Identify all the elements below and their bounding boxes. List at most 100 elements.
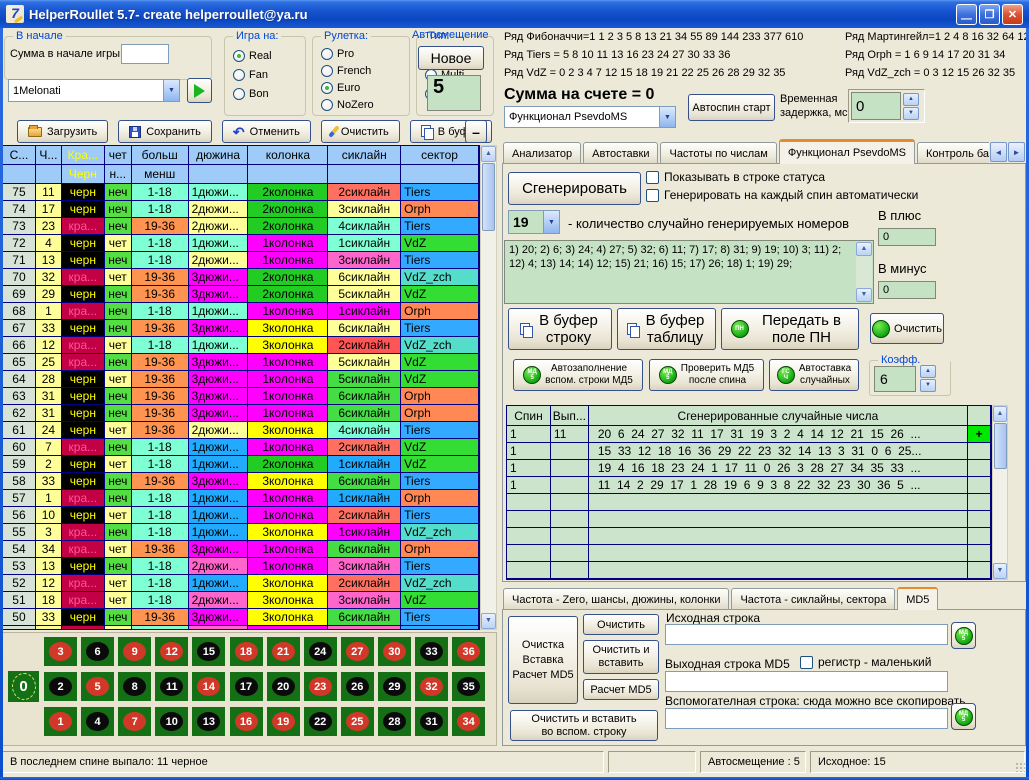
roulette-cell-35[interactable]: 35 — [452, 672, 485, 701]
roulette-cell-22[interactable]: 22 — [304, 707, 337, 736]
roulette-cell-26[interactable]: 26 — [341, 672, 374, 701]
roulette-cell-23[interactable]: 23 — [304, 672, 337, 701]
table-row[interactable]: 5212кра...чет1-181дюжи...3колонка2сиклай… — [3, 575, 479, 592]
generated-numbers-area[interactable]: 1) 20; 2) 6; 3) 24; 4) 27; 5) 32; 6) 11;… — [504, 240, 874, 304]
scroll-up-icon[interactable]: ▲ — [856, 242, 872, 256]
roulette-cell-27[interactable]: 27 — [341, 637, 374, 666]
roulette-cell-12[interactable]: 12 — [155, 637, 188, 666]
autobet-random-button[interactable]: ГСЧ Автоставка случайных — [769, 359, 859, 391]
md5-clear-button[interactable]: Очистить — [583, 614, 659, 635]
roulette-cell-19[interactable]: 19 — [267, 707, 300, 736]
md5-big-button[interactable]: ОчисткаВставкаРасчет MD5 — [508, 616, 578, 704]
roulette-cell-16[interactable]: 16 — [230, 707, 263, 736]
coef-value-field[interactable]: 6 — [874, 366, 916, 392]
spin-table-scrollbar[interactable]: ▲ ▼ — [992, 405, 1008, 580]
table-row[interactable]: 5833черннеч19-363дюжи...3колонка6сиклайн… — [3, 473, 479, 490]
tab-5[interactable]: Контроль банкрол — [917, 142, 989, 164]
maximize-button[interactable]: ❐ — [979, 4, 1000, 25]
title-bar[interactable]: 7 HelperRoullet 5.7- create helperroulle… — [0, 0, 1029, 28]
roulette-cell-25[interactable]: 25 — [341, 707, 374, 736]
roulette-cell-29[interactable]: 29 — [378, 672, 411, 701]
roulette-cell-10[interactable]: 10 — [155, 707, 188, 736]
table-row[interactable]: 7032кра...чет19-363дюжи...2колонка6сикла… — [3, 269, 479, 286]
table-row[interactable]: 6231черннеч19-363дюжи...1колонка6сиклайн… — [3, 405, 479, 422]
spinner-down-icon[interactable]: ▼ — [920, 379, 936, 392]
roulette-cell-14[interactable]: 14 — [192, 672, 225, 701]
radio-euro[interactable]: Euro — [321, 79, 409, 96]
tab-4[interactable]: Функционал PsevdoMS — [779, 139, 915, 164]
spinner-down-icon[interactable]: ▼ — [903, 107, 919, 120]
roulette-cell-20[interactable]: 20 — [267, 672, 300, 701]
autofill-md5-button[interactable]: МД5 Автозаполнение вспом. строки МД5 — [513, 359, 643, 391]
spin-table-row[interactable]: 115 33 12 18 16 36 29 22 23 32 14 13 3 3… — [507, 443, 991, 460]
table-row[interactable]: 7511черннеч1-181дюжи...2колонка2сиклайнT… — [3, 184, 479, 201]
roulette-cell-1[interactable]: 1 — [44, 707, 77, 736]
table-row[interactable]: 5434кра...чет19-363дюжи...1колонка6сикла… — [3, 541, 479, 558]
roulette-cell-9[interactable]: 9 — [118, 637, 151, 666]
table-row[interactable]: 5610чернчет1-181дюжи...1колонка2сиклайнT… — [3, 507, 479, 524]
brush-button[interactable]: Очистить — [321, 120, 400, 143]
roulette-cell-7[interactable]: 7 — [118, 707, 151, 736]
roulette-cell-15[interactable]: 15 — [192, 637, 225, 666]
roulette-cell-34[interactable]: 34 — [452, 707, 485, 736]
radio-fan[interactable]: Fan — [233, 66, 305, 83]
table-row[interactable]: 7417черннеч1-182дюжи...2колонка3сиклайнO… — [3, 201, 479, 218]
auto-generate-checkbox[interactable] — [646, 189, 659, 202]
roulette-cell-5[interactable]: 5 — [81, 672, 114, 701]
generated-area-scrollbar[interactable]: ▲ ▼ — [856, 242, 872, 302]
send-to-pn-button[interactable]: ПН Передать в поле ПН — [721, 308, 859, 350]
spinner-up-icon[interactable]: ▲ — [903, 93, 919, 106]
roulette-cell-36[interactable]: 36 — [452, 637, 485, 666]
scroll-up-icon[interactable]: ▲ — [481, 146, 496, 162]
roulette-cell-32[interactable]: 32 — [415, 672, 448, 701]
radio-bon[interactable]: Bon — [233, 85, 305, 102]
md5-aux-run-button[interactable]: МД5 — [951, 703, 976, 730]
show-status-checkbox[interactable] — [646, 171, 659, 184]
chevron-down-icon[interactable]: ▼ — [543, 211, 559, 233]
autospin-start-button[interactable]: Автоспин старт — [688, 94, 775, 121]
md5-case-checkbox[interactable] — [800, 656, 813, 669]
spin-table-row[interactable]: 119 4 16 18 23 24 1 17 11 0 26 3 28 27 3… — [507, 460, 991, 477]
roulette-cell-4[interactable]: 4 — [81, 707, 114, 736]
table-row[interactable]: 6929черннеч19-363дюжи...2колонка5сиклайн… — [3, 286, 479, 303]
check-md5-button[interactable]: МД5 Проверить МД5 после спина — [649, 359, 764, 391]
table-row[interactable]: 6525кра...неч19-363дюжи...1колонка5сикла… — [3, 354, 479, 371]
roulette-cell-0[interactable]: 0 — [8, 671, 39, 702]
plus-value-field[interactable]: 0 — [878, 228, 936, 246]
freq-tab-2[interactable]: Частота - сиклайны, сектора — [731, 588, 895, 610]
roulette-cell-28[interactable]: 28 — [378, 707, 411, 736]
table-row[interactable]: 7323кра...неч19-362дюжи...2колонка4сикла… — [3, 218, 479, 235]
table-row[interactable]: 6331черннеч19-363дюжи...1колонка6сиклайн… — [3, 388, 479, 405]
roulette-cell-31[interactable]: 31 — [415, 707, 448, 736]
roulette-cell-8[interactable]: 8 — [118, 672, 151, 701]
generate-button[interactable]: Сгенерировать — [508, 172, 641, 205]
resize-grip[interactable] — [1015, 762, 1025, 772]
roulette-cell-3[interactable]: 3 — [44, 637, 77, 666]
clear-generated-button[interactable]: Очистить — [870, 313, 944, 344]
scrollbar-thumb[interactable] — [994, 423, 1007, 469]
scroll-down-icon[interactable]: ▼ — [856, 288, 872, 302]
table-row[interactable]: 681кра...неч1-181дюжи...1колонка1сиклайн… — [3, 303, 479, 320]
radio-nozero[interactable]: NoZero — [321, 96, 409, 113]
radio-french[interactable]: French — [321, 62, 409, 79]
table-row[interactable]: 4916кра...чет1-182дюжи...1колонка3сиклай… — [3, 626, 479, 630]
chevron-down-icon[interactable]: ▼ — [659, 107, 675, 127]
roulette-cell-13[interactable]: 13 — [192, 707, 225, 736]
minimize-button[interactable]: — — [956, 4, 977, 25]
md5-run-button[interactable]: МД5 — [951, 622, 976, 649]
table-row[interactable]: 6733черннеч19-363дюжи...3колонка6сиклайн… — [3, 320, 479, 337]
table-row[interactable]: 5118кра...чет1-182дюжи...3колонка3сиклай… — [3, 592, 479, 609]
roulette-cell-11[interactable]: 11 — [155, 672, 188, 701]
new-button[interactable]: Новое — [418, 46, 484, 70]
roulette-cell-21[interactable]: 21 — [267, 637, 300, 666]
profile-combo[interactable]: 1Melonati ▼ — [8, 79, 180, 102]
close-icon[interactable]: ✕ — [1002, 4, 1023, 25]
scroll-down-icon[interactable]: ▼ — [481, 613, 496, 629]
buffer-row-button[interactable]: В буфер строку — [508, 308, 612, 350]
floppy-button[interactable]: Сохранить — [118, 120, 212, 143]
md5-output-input[interactable] — [665, 671, 948, 692]
table-row[interactable]: 592чернчет1-181дюжи...2колонка1сиклайнVd… — [3, 456, 479, 473]
count-combo[interactable]: 19 ▼ — [508, 210, 560, 234]
collapse-button[interactable]: – — [465, 120, 487, 143]
minus-value-field[interactable]: 0 — [878, 281, 936, 299]
